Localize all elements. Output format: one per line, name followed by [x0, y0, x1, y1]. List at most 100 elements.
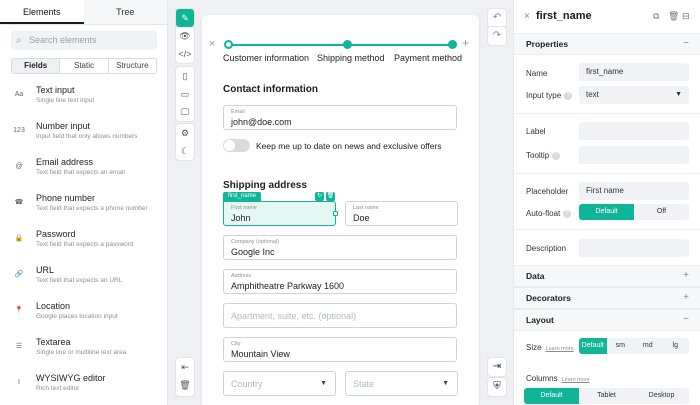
link-icon: 🔗: [14, 271, 24, 278]
element-item[interactable]: Aa Text input Single line text input: [11, 85, 161, 117]
step-dot-1[interactable]: [224, 40, 233, 49]
element-item[interactable]: ☎ Phone number Text field that expects a p…: [11, 193, 161, 225]
redo-icon[interactable]: ↷: [488, 27, 506, 45]
add-step-icon[interactable]: +: [462, 36, 469, 50]
refresh-icon[interactable]: ↻: [315, 192, 324, 201]
properties-section-header[interactable]: Properties −: [514, 33, 700, 55]
expand-icon: +: [683, 292, 689, 303]
city-value: Mountain View: [231, 349, 290, 359]
edit-mode-icon[interactable]: ✎: [176, 9, 194, 27]
close-panel-icon[interactable]: ×: [524, 11, 530, 22]
close-icon[interactable]: ×: [209, 38, 215, 50]
address2-field[interactable]: Apartment, suite, etc. (optional): [223, 303, 457, 328]
autofloat-default[interactable]: Default: [579, 204, 634, 220]
size-default[interactable]: Default: [579, 338, 607, 354]
tab-tree[interactable]: Tree: [83, 0, 167, 24]
columns-tablet[interactable]: Tablet: [579, 388, 634, 404]
undo-icon[interactable]: ↶: [488, 9, 506, 27]
element-item[interactable]: 123 Number input Input field that only all…: [11, 121, 161, 153]
label-input[interactable]: [579, 122, 689, 140]
decorators-title: Decorators: [526, 293, 571, 303]
step-label-customer[interactable]: Customer information: [223, 53, 309, 63]
delete-icon[interactable]: 🗑: [326, 192, 335, 201]
last-name-label: Last name: [353, 205, 379, 211]
columns-desktop[interactable]: Desktop: [634, 388, 689, 404]
help-icon[interactable]: ?: [552, 152, 561, 160]
resize-handle[interactable]: [333, 211, 338, 216]
element-item[interactable]: @ Email address Text field that expects an…: [11, 157, 161, 189]
data-section-header[interactable]: Data +: [514, 265, 700, 287]
minimize-icon[interactable]: ⊟: [682, 11, 690, 22]
expand-icon: +: [683, 270, 689, 281]
name-label: Name: [526, 69, 548, 78]
address-field[interactable]: Address Amphitheatre Parkway 1600: [223, 269, 457, 294]
collapse-right-icon[interactable]: ⇥: [488, 358, 506, 376]
country-placeholder: Country: [231, 379, 263, 389]
columns-learn-more-link[interactable]: Learn more: [562, 377, 590, 383]
description-input[interactable]: [579, 239, 689, 257]
element-title: Textarea: [36, 337, 71, 347]
autofloat-off[interactable]: Off: [634, 204, 689, 220]
desktop-icon[interactable]: 🖵: [176, 103, 194, 121]
trash-icon[interactable]: 🗑: [176, 376, 194, 394]
element-description: Text field that expects a phone number: [36, 205, 148, 212]
columns-switch: Default Tablet Desktop: [524, 388, 689, 404]
step-label-payment[interactable]: Payment method: [394, 53, 462, 63]
step-dot-3[interactable]: [448, 40, 457, 49]
mobile-icon[interactable]: ▯: [176, 67, 194, 85]
input-type-select[interactable]: text ▼: [579, 86, 689, 104]
element-item[interactable]: ☰ Textarea Single line or multiline text a…: [11, 337, 161, 369]
segment-static[interactable]: Static: [60, 59, 109, 73]
preview-icon[interactable]: 👁: [176, 27, 194, 45]
size-lg[interactable]: lg: [662, 338, 690, 354]
size-md[interactable]: md: [634, 338, 662, 354]
columns-default[interactable]: Default: [524, 388, 579, 404]
tablet-icon[interactable]: ▭: [176, 85, 194, 103]
size-sm[interactable]: sm: [607, 338, 635, 354]
segment-structure[interactable]: Structure: [109, 59, 156, 73]
company-field[interactable]: Company (optional) Google Inc: [223, 235, 457, 260]
copy-icon[interactable]: ⧉: [653, 11, 659, 22]
shipping-section-title: Shipping address: [223, 180, 307, 191]
country-select[interactable]: Country ▼: [223, 371, 336, 396]
email-value: john@doe.com: [231, 117, 292, 127]
state-select[interactable]: State ▼: [345, 371, 458, 396]
trash-icon[interactable]: 🗑: [668, 11, 679, 22]
help-icon[interactable]: ?: [564, 92, 573, 100]
label-label: Label: [526, 127, 546, 136]
code-icon[interactable]: </>: [176, 45, 194, 63]
description-label: Description: [526, 244, 567, 253]
step-label-shipping[interactable]: Shipping method: [317, 53, 385, 63]
element-item[interactable]: I WYSIWYG editor Rich text editor: [11, 373, 161, 405]
search-input[interactable]: ⌕ Search elements: [11, 31, 157, 50]
tab-elements[interactable]: Elements: [0, 0, 84, 24]
collapse-left-icon[interactable]: ⇤: [176, 358, 194, 376]
company-label: Company (optional): [231, 239, 279, 245]
steps-progress-line: [228, 44, 453, 46]
tooltip-input[interactable]: [579, 146, 689, 164]
segment-fields[interactable]: Fields: [12, 59, 61, 73]
address2-placeholder: Apartment, suite, etc. (optional): [231, 311, 357, 321]
settings-icon[interactable]: ⚙: [176, 124, 194, 142]
city-field[interactable]: City Mountain View: [223, 337, 457, 362]
last-name-field[interactable]: Last name Doe: [345, 201, 458, 226]
name-input[interactable]: first_name: [579, 63, 689, 81]
newsletter-toggle[interactable]: [223, 139, 250, 152]
decorators-section-header[interactable]: Decorators +: [514, 287, 700, 309]
element-item[interactable]: 🔗 URL Text field that expects an URL: [11, 265, 161, 297]
element-item[interactable]: 📍 Location Google places location input: [11, 301, 161, 333]
help-icon[interactable]: ?: [563, 210, 572, 218]
size-label: Size Learn more: [526, 343, 574, 352]
layout-section-header[interactable]: Layout −: [514, 309, 700, 331]
element-description: Google places location input: [36, 313, 118, 320]
placeholder-input[interactable]: First name: [579, 182, 689, 200]
step-dot-2[interactable]: [343, 40, 352, 49]
autofloat-switch: Default Off: [579, 204, 689, 220]
first-name-field[interactable]: First name John: [223, 201, 336, 226]
element-item[interactable]: 🔒 Password Text field that expects a passw…: [11, 229, 161, 261]
dark-mode-icon[interactable]: ☾: [176, 142, 194, 160]
search-icon: ⌕: [16, 35, 22, 46]
email-field[interactable]: Email john@doe.com: [223, 105, 457, 130]
size-learn-more-link[interactable]: Learn more: [546, 346, 574, 352]
shield-icon[interactable]: ⛨: [488, 378, 506, 396]
